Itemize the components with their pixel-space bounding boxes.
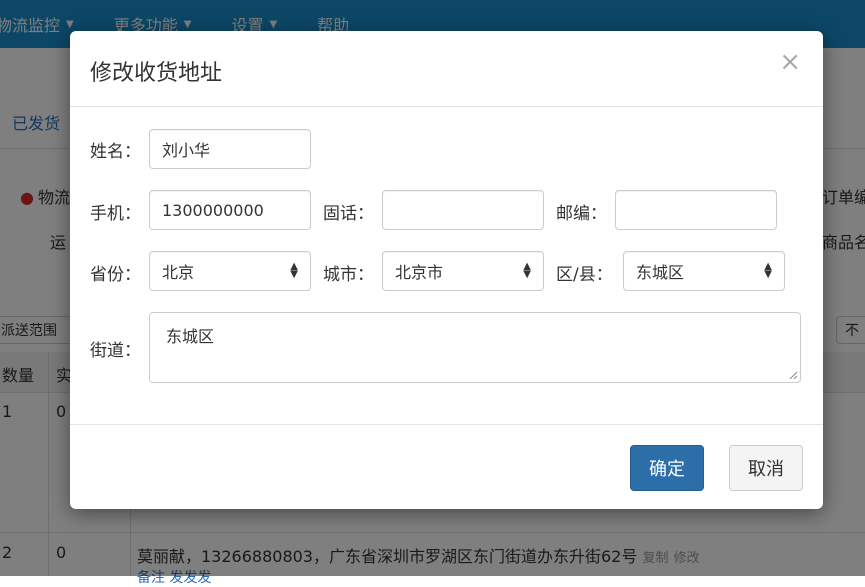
edit-address-dialog: 修改收货地址 × 姓名： 刘小华 手机： 1300000000 固话： 邮编： … bbox=[70, 31, 823, 509]
close-icon[interactable]: × bbox=[779, 49, 801, 75]
street-label: 街道： bbox=[90, 341, 141, 361]
province-select[interactable]: 北京 ▲ ▼ bbox=[149, 251, 311, 291]
dialog-footer: 确定 取消 bbox=[70, 424, 823, 509]
district-select[interactable]: 东城区 ▲ ▼ bbox=[623, 251, 785, 291]
cancel-button[interactable]: 取消 bbox=[729, 445, 803, 491]
zip-label: 邮编： bbox=[556, 204, 607, 224]
name-input[interactable]: 刘小华 bbox=[149, 129, 311, 169]
dialog-header: 修改收货地址 × bbox=[70, 31, 823, 107]
name-value: 刘小华 bbox=[162, 141, 211, 160]
city-value: 北京市 bbox=[395, 263, 444, 282]
city-select[interactable]: 北京市 ▲ ▼ bbox=[382, 251, 544, 291]
mobile-input[interactable]: 1300000000 bbox=[149, 190, 311, 230]
confirm-button[interactable]: 确定 bbox=[630, 445, 704, 491]
zip-input[interactable] bbox=[615, 190, 777, 230]
phone-label: 固话： bbox=[323, 204, 374, 224]
select-arrows-icon: ▲ ▼ bbox=[523, 261, 531, 280]
city-label: 城市： bbox=[323, 265, 374, 285]
mobile-label: 手机： bbox=[90, 204, 141, 224]
mobile-value: 1300000000 bbox=[162, 200, 264, 220]
province-value: 北京 bbox=[162, 263, 195, 282]
resize-handle-icon[interactable] bbox=[789, 371, 797, 379]
name-label: 姓名： bbox=[90, 142, 141, 162]
street-textarea[interactable]: 东城区 bbox=[149, 312, 801, 383]
select-arrows-icon: ▲ ▼ bbox=[764, 261, 772, 280]
province-label: 省份： bbox=[90, 265, 141, 285]
dialog-title: 修改收货地址 bbox=[90, 61, 223, 86]
district-value: 东城区 bbox=[636, 263, 685, 282]
street-value: 东城区 bbox=[166, 327, 215, 346]
phone-input[interactable] bbox=[382, 190, 544, 230]
district-label: 区/县： bbox=[556, 265, 613, 285]
select-arrows-icon: ▲ ▼ bbox=[290, 261, 298, 280]
